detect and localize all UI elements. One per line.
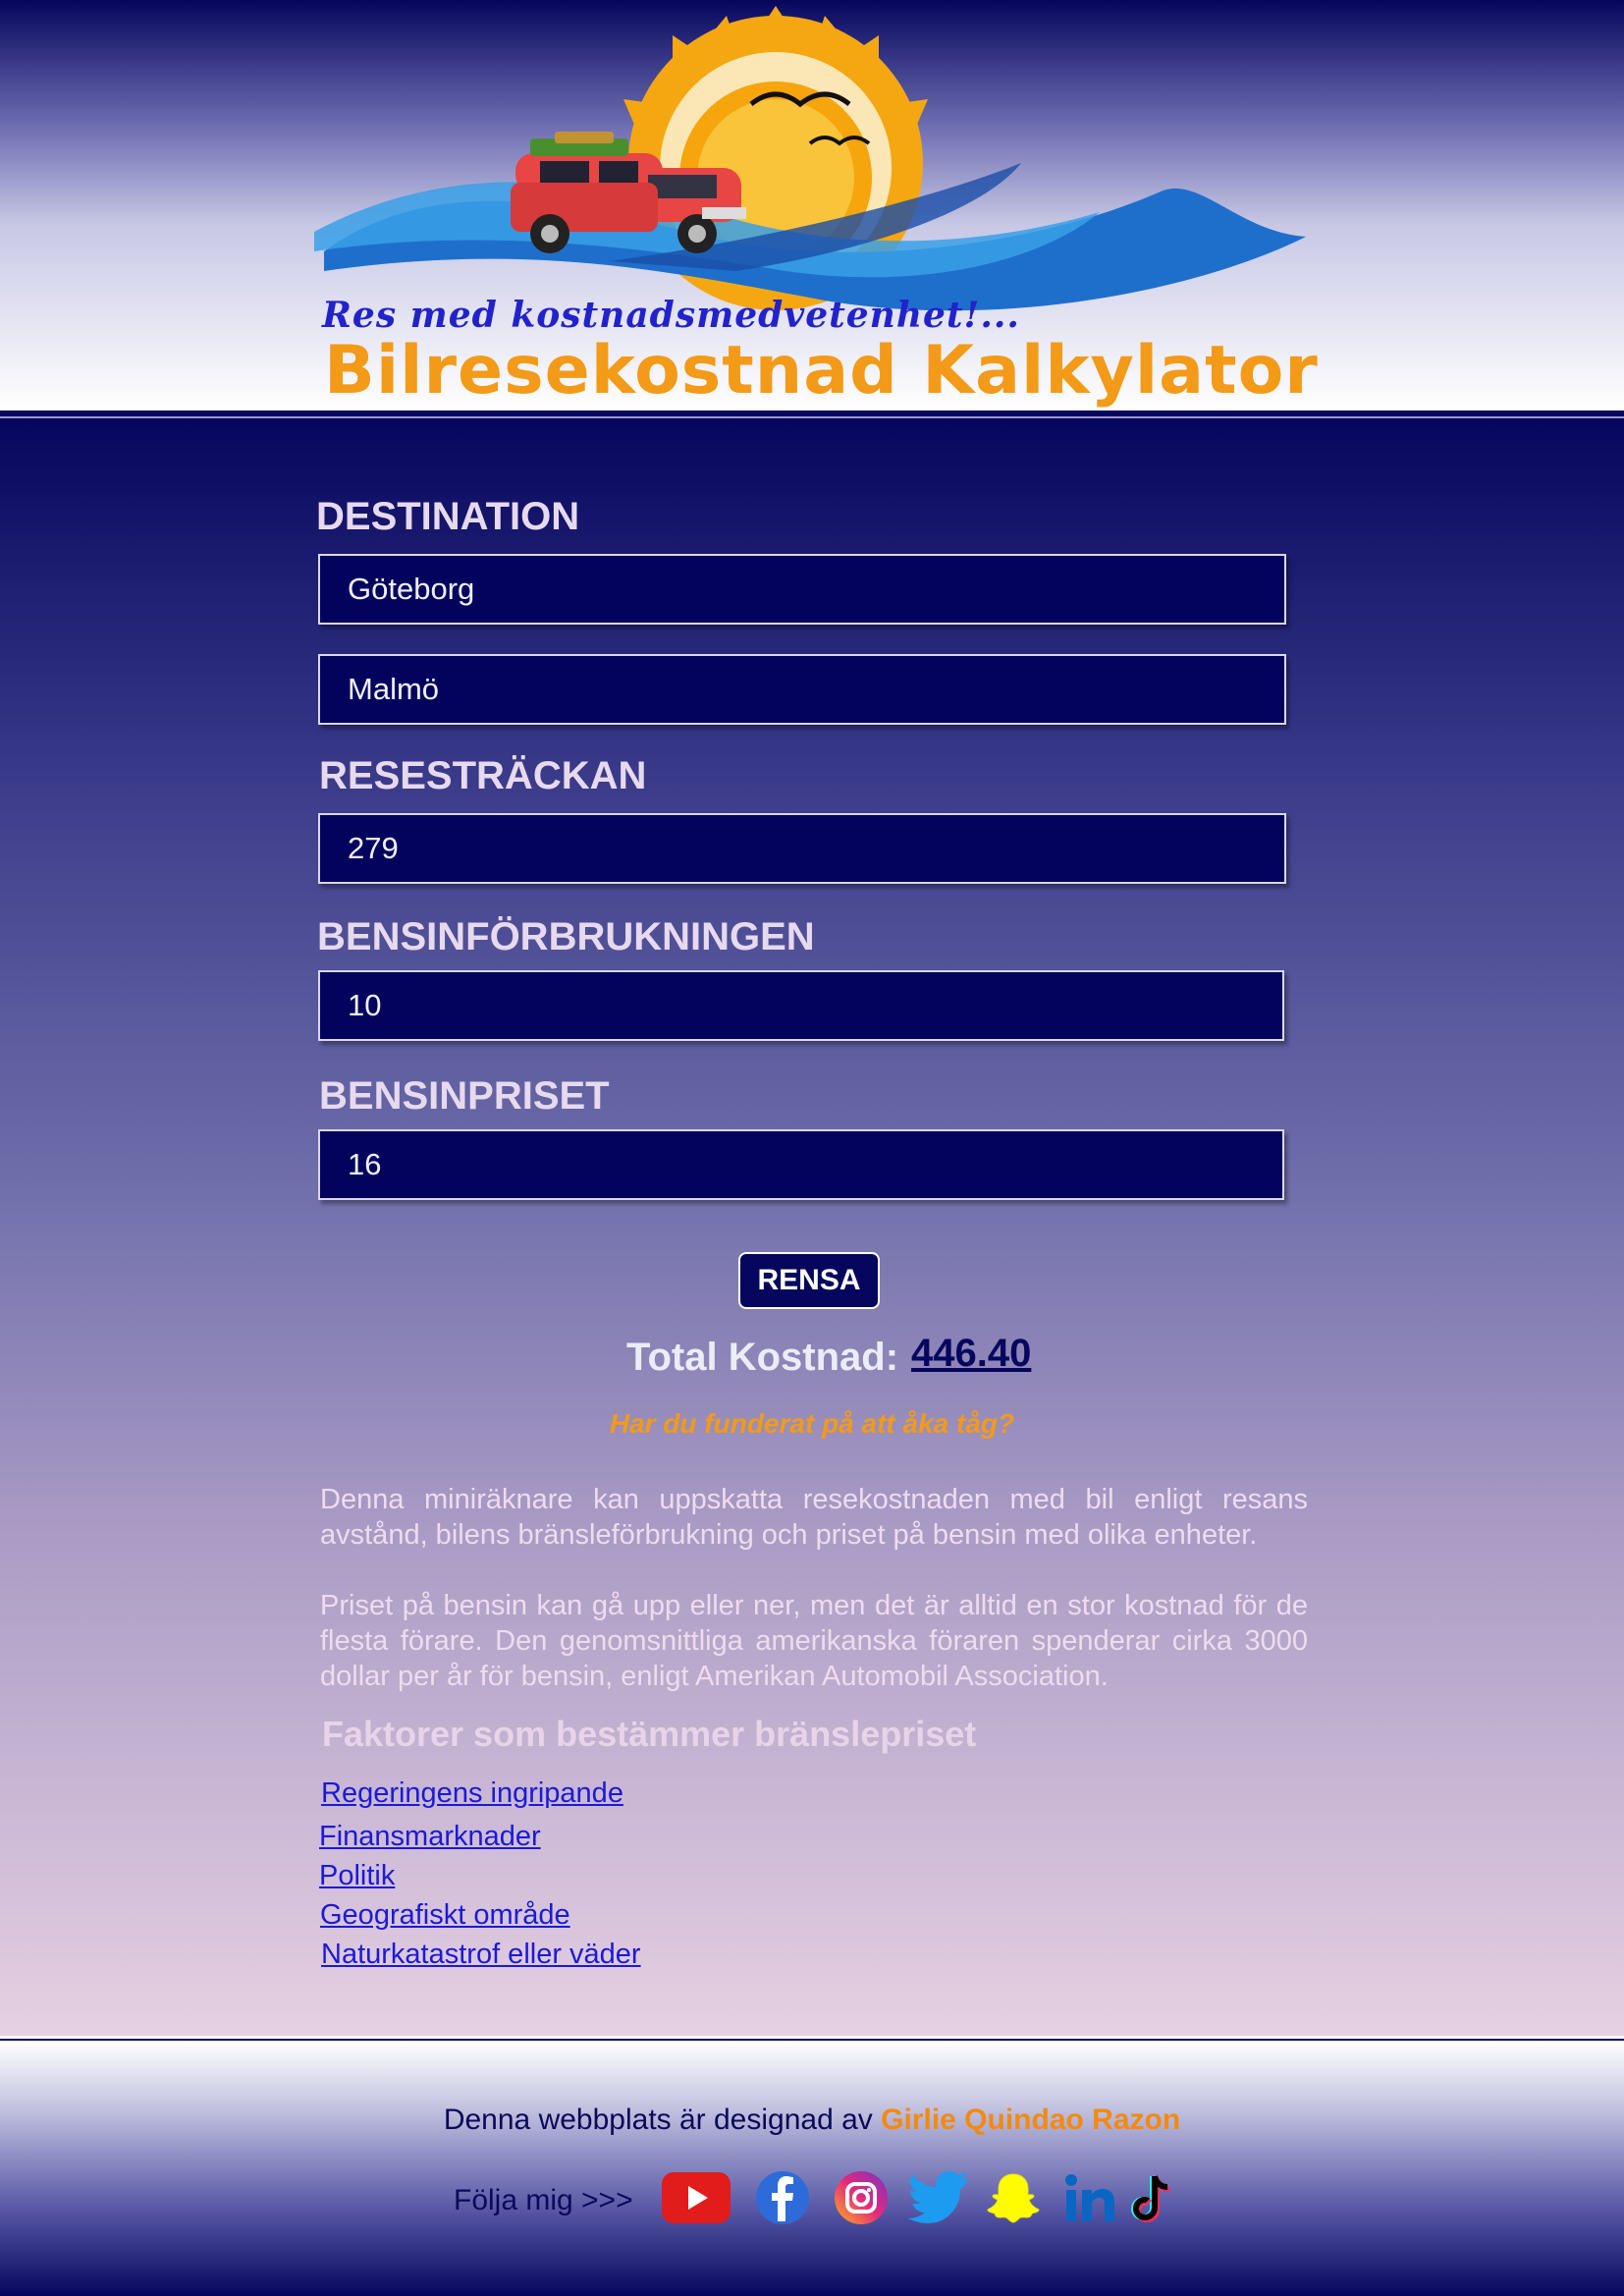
consumption-input[interactable]: 10 xyxy=(318,970,1284,1041)
divider xyxy=(0,2036,1624,2039)
total-cost-value[interactable]: 446.40 xyxy=(911,1332,1031,1376)
designer-name: Girlie Quindao Razon xyxy=(881,2104,1181,2136)
link-geographic-area[interactable]: Geografiskt område xyxy=(320,1899,570,1932)
factors-heading: Faktorer som bestämmer bränslepriset xyxy=(322,1714,977,1754)
credit-prefix: Denna webbplats är designad av xyxy=(443,2104,873,2136)
from-city-input[interactable]: Göteborg xyxy=(318,554,1286,625)
twitter-icon[interactable] xyxy=(908,2170,969,2225)
fuel-price-label: BENSINPRISET xyxy=(319,1074,610,1118)
tiktok-icon[interactable] xyxy=(1131,2170,1172,2225)
link-financial-markets[interactable]: Finansmarknader xyxy=(319,1821,541,1853)
header-banner: Res med kostnadsmedvetenhet!... Bilresek… xyxy=(0,0,1624,410)
distance-label: RESESTRÄCKAN xyxy=(319,754,647,797)
link-politics[interactable]: Politik xyxy=(319,1860,395,1892)
total-cost-label: Total Kostnad: xyxy=(626,1336,899,1379)
facebook-icon[interactable] xyxy=(754,2170,811,2225)
destination-label: DESTINATION xyxy=(316,495,580,538)
youtube-icon[interactable] xyxy=(660,2170,732,2225)
link-natural-disaster[interactable]: Naturkatastrof eller väder xyxy=(321,1939,641,1971)
site-title: Bilresekostnad Kalkylator xyxy=(324,332,1319,410)
fuel-price-input[interactable]: 16 xyxy=(318,1129,1284,1200)
designer-credit: Denna webbplats är designad av Girlie Qu… xyxy=(0,2104,1624,2137)
fuel-cost-paragraph: Priset på bensin kan gå upp eller ner, m… xyxy=(320,1590,1308,1692)
distance-input[interactable]: 279 xyxy=(318,813,1286,884)
train-suggestion-link[interactable]: Har du funderat på att åka tåg? xyxy=(0,1408,1624,1440)
divider xyxy=(0,416,1624,418)
clear-button[interactable]: RENSA xyxy=(738,1252,880,1309)
snapchat-icon[interactable] xyxy=(986,2170,1041,2225)
instagram-icon[interactable] xyxy=(833,2170,890,2225)
intro-paragraph: Denna miniräknare kan uppskatta resekost… xyxy=(320,1484,1308,1551)
follow-label: Följa mig >>> xyxy=(454,2184,633,2216)
linkedin-icon[interactable] xyxy=(1062,2170,1117,2225)
footer xyxy=(0,2041,1624,2296)
tagline: Res med kostnadsmedvetenhet!... xyxy=(322,295,1020,336)
link-government[interactable]: Regeringens ingripande xyxy=(321,1777,623,1810)
consumption-label: BENSINFÖRBRUKNINGEN xyxy=(317,915,815,958)
to-city-input[interactable]: Malmö xyxy=(318,654,1286,725)
